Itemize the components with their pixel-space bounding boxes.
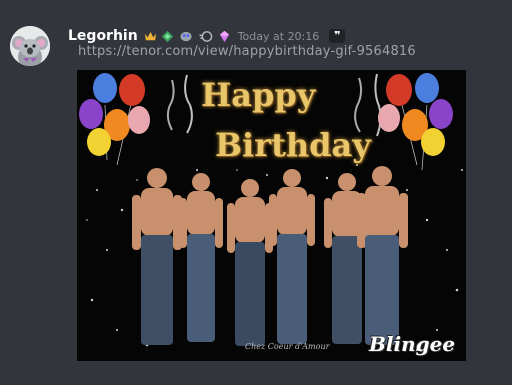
username[interactable]: Legorhin xyxy=(68,28,138,44)
user-avatar[interactable] xyxy=(10,26,50,66)
gif-embed[interactable]: Happy Birthday Chez Coeur d'Amour Blinge… xyxy=(77,70,466,361)
message-header: Legorhin Today at 20:16 ❞ xyxy=(68,26,346,46)
left-balloons xyxy=(79,73,150,166)
gif-link[interactable]: https://tenor.com/view/happybirthday-gif… xyxy=(78,44,416,59)
quote-icon[interactable]: ❞ xyxy=(329,29,346,43)
bug-hunter-icon xyxy=(180,31,192,41)
diamond-icon xyxy=(161,30,173,42)
gif-credit: Chez Coeur d'Amour xyxy=(245,342,330,351)
message-timestamp[interactable]: Today at 20:16 xyxy=(238,30,320,43)
nitro-icon xyxy=(199,30,212,42)
gif-title-birthday: Birthday xyxy=(215,126,371,164)
dancers xyxy=(132,166,408,346)
boost-gem-icon xyxy=(219,30,229,42)
right-balloons xyxy=(378,73,453,171)
koala-avatar-icon xyxy=(10,26,50,66)
blingee-watermark: Blingee xyxy=(369,332,456,356)
gif-title-happy: Happy xyxy=(201,76,316,114)
crown-icon xyxy=(144,31,156,40)
